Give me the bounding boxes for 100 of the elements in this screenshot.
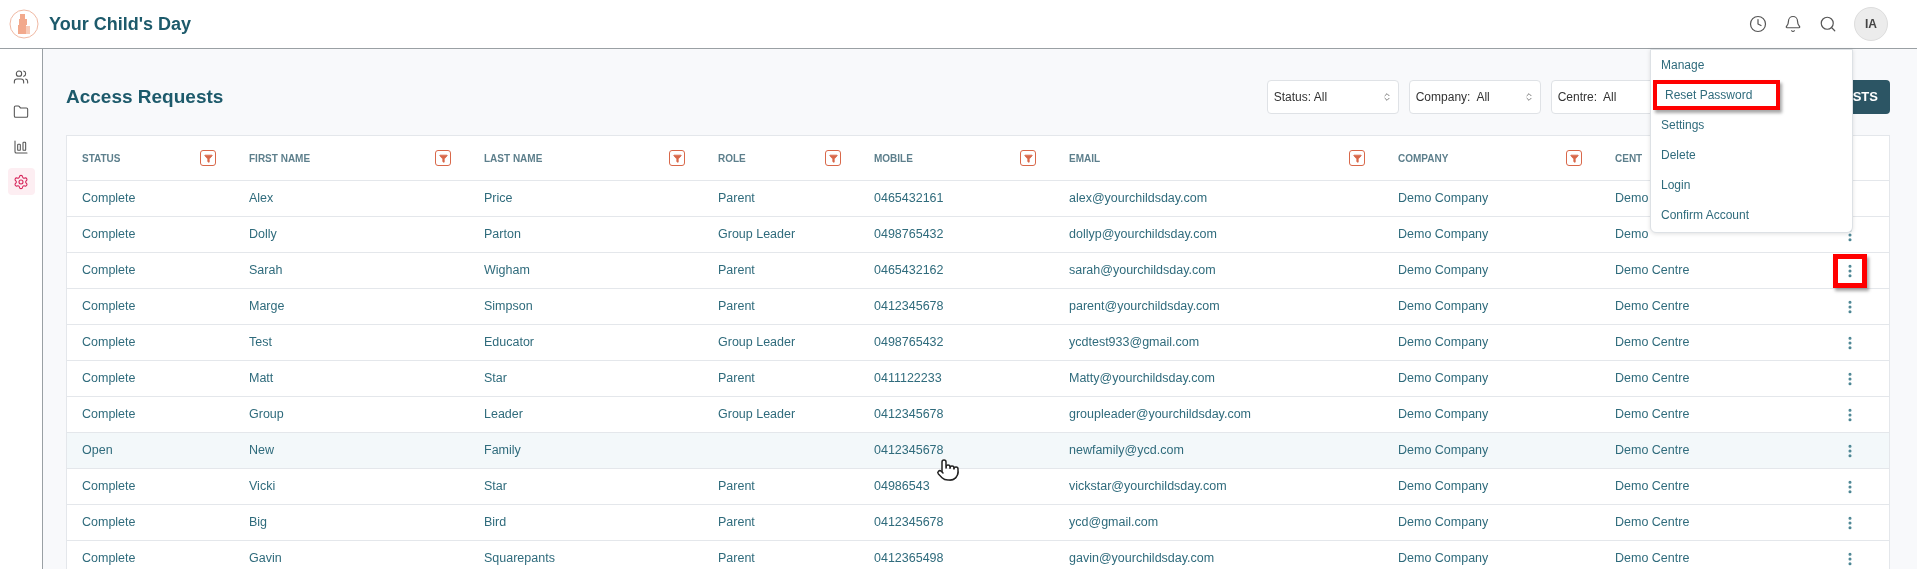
filter-select[interactable]: Company: All	[1408, 80, 1541, 114]
table-cell: Gavin	[249, 551, 282, 566]
table-cell: Group	[249, 407, 284, 422]
table-cell: Demo Company	[1398, 515, 1489, 530]
column-header: STATUS	[82, 151, 121, 166]
table-cell: 0465432161	[874, 191, 944, 206]
column-header: ROLE	[718, 151, 746, 166]
table-cell: 0498765432	[874, 227, 944, 242]
table-cell: Educator	[484, 335, 535, 350]
table-cell: vickstar@yourchildsday.com	[1069, 479, 1227, 494]
table-cell: Demo Company	[1398, 263, 1489, 278]
table-cell: Demo Company	[1398, 407, 1489, 422]
menu-item[interactable]: Confirm Account	[1651, 200, 1852, 230]
table-cell: Demo Centre	[1615, 443, 1690, 458]
table-cell: Complete	[82, 551, 136, 566]
table-cell: 0412345678	[874, 443, 944, 458]
app-title: Your Child's Day	[49, 12, 191, 36]
table-cell: 0411122233	[874, 371, 942, 386]
table-cell: Alex	[249, 191, 274, 206]
table-cell: parent@yourchildsday.com	[1069, 299, 1220, 314]
table-cell: Demo Company	[1398, 299, 1489, 314]
table-cell: Demo	[1615, 227, 1649, 242]
column-header: CENT	[1615, 151, 1643, 166]
table-cell: newfamily@ycd.com	[1069, 443, 1184, 458]
table-cell: Complete	[82, 191, 136, 206]
menu-item[interactable]: Login	[1651, 170, 1852, 200]
table-cell: Complete	[82, 335, 136, 350]
table-cell: Demo Company	[1398, 191, 1489, 206]
table-cell: 0465432162	[874, 263, 944, 278]
table-cell: Group Leader	[718, 335, 796, 350]
table-cell: Family	[484, 443, 521, 458]
table-cell: Demo Company	[1398, 551, 1489, 566]
table-cell: Wigham	[484, 263, 530, 278]
table-cell: Big	[249, 515, 268, 530]
table-cell: Demo Centre	[1615, 335, 1690, 350]
column-header: MOBILE	[874, 151, 913, 166]
table-cell: Demo Company	[1398, 227, 1489, 242]
filter-label: Centre: All	[1557, 89, 1617, 106]
table-cell: Complete	[82, 407, 136, 422]
menu-item[interactable]: Reset Password	[1653, 80, 1780, 110]
filter-label: Company: All	[1415, 89, 1490, 106]
table-cell: Bird	[484, 515, 507, 530]
user-avatar[interactable]: IA	[1854, 7, 1888, 41]
table-cell: Parent	[718, 515, 755, 530]
column-header: FIRST NAME	[249, 151, 311, 166]
table-cell: Demo Centre	[1615, 551, 1690, 566]
table-cell: Parent	[718, 263, 755, 278]
menu-item[interactable]: Manage	[1651, 50, 1852, 80]
table-cell: New	[249, 443, 274, 458]
filter-label: Status: All	[1273, 89, 1328, 106]
table-cell: 0498765432	[874, 335, 944, 350]
table-cell: Parent	[718, 191, 755, 206]
table-cell: Demo Company	[1398, 443, 1489, 458]
table-cell: Sarah	[249, 263, 283, 278]
table-cell: Parent	[718, 299, 755, 314]
table-cell: Demo Centre	[1615, 515, 1690, 530]
table-cell: Complete	[82, 227, 136, 242]
table-cell: 0412365498	[874, 551, 944, 566]
table-cell: sarah@yourchildsday.com	[1069, 263, 1216, 278]
table-cell: Vicki	[249, 479, 276, 494]
table-cell: Marge	[249, 299, 285, 314]
table-cell: Parent	[718, 551, 755, 566]
table-cell: groupleader@yourchildsday.com	[1069, 407, 1251, 422]
table-cell: Price	[484, 191, 513, 206]
filter-select[interactable]: Status: All	[1266, 80, 1399, 114]
table-cell: 0412345678	[874, 299, 944, 314]
table-cell: Parent	[718, 371, 755, 386]
table-cell: alex@yourchildsday.com	[1069, 191, 1208, 206]
table-cell: Squarepants	[484, 551, 555, 566]
column-header: LAST NAME	[484, 151, 543, 166]
table-cell: Demo Centre	[1615, 299, 1690, 314]
table-cell: Demo Company	[1398, 335, 1489, 350]
table-cell: Complete	[82, 515, 136, 530]
table-cell: Complete	[82, 299, 136, 314]
table-cell: 0412345678	[874, 407, 944, 422]
menu-item[interactable]: Delete	[1651, 140, 1852, 170]
table-cell: Complete	[82, 263, 136, 278]
table-cell: Complete	[82, 371, 136, 386]
table-cell: 0412345678	[874, 515, 944, 530]
table-cell: ycd@gmail.com	[1069, 515, 1159, 530]
table-cell: Simpson	[484, 299, 533, 314]
table-cell: Demo	[1615, 191, 1649, 206]
table-cell: Star	[484, 479, 507, 494]
table-cell: Demo Company	[1398, 371, 1489, 386]
hovered-table-row[interactable]: Open New Family 0412345678 newfamily@ycd.com Demo Company Demo Centre	[67, 433, 1889, 469]
table-cell: ycdtest933@gmail.com	[1069, 335, 1200, 350]
table-cell: Demo Company	[1398, 479, 1489, 494]
table-cell: Complete	[82, 479, 136, 494]
table-cell: Demo Centre	[1615, 263, 1690, 278]
table-cell: 04986543	[874, 479, 930, 494]
table-cell: dollyp@yourchildsday.com	[1069, 227, 1217, 242]
table-cell: Leader	[484, 407, 523, 422]
table-cell: Parent	[718, 479, 755, 494]
column-header: EMAIL	[1069, 151, 1101, 166]
column-header: COMPANY	[1398, 151, 1449, 166]
table-cell: Group Leader	[718, 227, 796, 242]
table-cell: Test	[249, 335, 272, 350]
table-cell: Demo Centre	[1615, 479, 1690, 494]
table-cell: Star	[484, 371, 507, 386]
table-cell: Demo Centre	[1615, 407, 1690, 422]
